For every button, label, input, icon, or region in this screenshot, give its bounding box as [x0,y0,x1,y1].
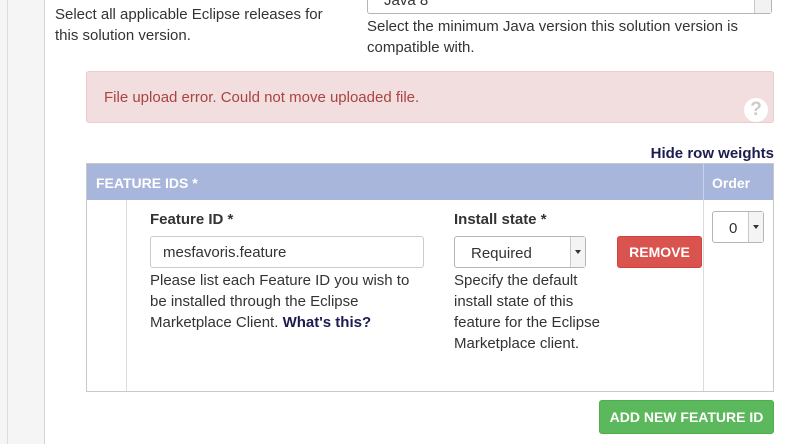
java-version-help: Select the minimum Java version this sol… [367,18,738,56]
select-arrow-icon [754,0,771,13]
table-header: FEATURE IDS * Order [87,164,773,200]
header-separator [703,164,704,200]
feature-ids-table: FEATURE IDS * Order Feature ID * Please … [86,163,774,392]
select-arrow-icon [748,212,763,242]
add-new-feature-id-button[interactable]: ADD NEW FEATURE ID [599,400,774,434]
help-question-icon[interactable]: ? [744,98,768,122]
feature-id-help: Please list each Feature ID you wish to … [150,270,430,333]
hide-row-weights-link[interactable]: Hide row weights [651,145,774,162]
java-version-value: Java 8 [384,0,429,9]
row-order-column-border [703,200,704,391]
chevron-down-icon [753,225,759,229]
header-feature-ids: FEATURE IDS * [96,175,198,191]
left-strip-edge [7,0,8,444]
chevron-down-icon [575,250,581,254]
select-arrow-icon [570,237,585,267]
header-order: Order [712,175,751,191]
eclipse-releases-help: Select all applicable Eclipse releases f… [55,6,323,44]
order-select[interactable]: 0 [712,211,764,243]
install-state-value: Required [471,245,532,262]
upload-error-alert: File upload error. Could not move upload… [86,71,774,123]
row-drag-column-border [126,200,127,391]
install-state-label: Install state * [454,211,547,228]
alert-message: File upload error. Could not move upload… [104,89,420,106]
java-version-select[interactable]: Java 8 [367,0,772,14]
left-strip [0,0,44,444]
remove-button[interactable]: REMOVE [617,236,702,268]
install-state-help: Specify the default install state of thi… [454,272,600,352]
feature-id-label: Feature ID * [150,211,234,228]
order-value: 0 [729,220,738,237]
install-state-select[interactable]: Required [454,236,586,268]
whats-this-link[interactable]: What's this? [283,314,372,331]
feature-id-input[interactable] [150,236,424,268]
